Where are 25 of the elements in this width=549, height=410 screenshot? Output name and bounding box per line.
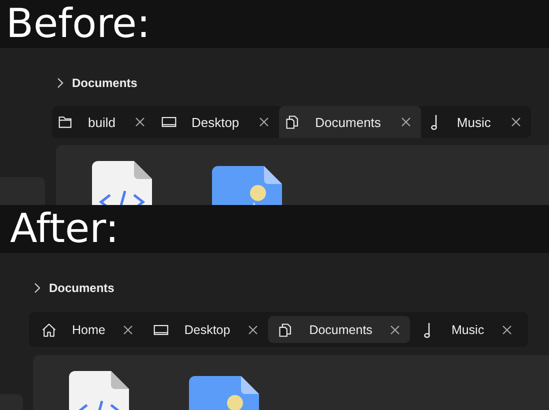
tab[interactable]: Desktop xyxy=(143,316,268,343)
tab[interactable]: Documents xyxy=(268,316,410,343)
close-icon[interactable] xyxy=(123,324,134,334)
chevron-icon xyxy=(33,282,41,294)
tab[interactable]: build xyxy=(52,106,156,138)
breadcrumb[interactable]: Documents xyxy=(49,281,114,295)
tab[interactable]: Music xyxy=(410,316,522,343)
caption: After: xyxy=(10,205,119,253)
tab[interactable]: Desktop xyxy=(155,106,280,138)
close-icon[interactable] xyxy=(502,324,512,334)
tab[interactable]: Documents xyxy=(279,106,421,138)
breadcrumb[interactable]: Documents xyxy=(72,76,138,90)
close-icon[interactable] xyxy=(390,324,400,334)
home-icon xyxy=(41,320,57,338)
caption: Before: xyxy=(6,0,150,48)
close-icon[interactable] xyxy=(400,117,411,127)
music-note-icon xyxy=(430,114,438,130)
tab[interactable]: Music xyxy=(420,106,531,138)
close-icon[interactable] xyxy=(259,117,270,127)
chevron-icon xyxy=(56,77,64,89)
close-icon[interactable] xyxy=(135,117,146,127)
music-note-icon xyxy=(424,322,432,338)
close-icon[interactable] xyxy=(248,324,258,334)
close-icon[interactable] xyxy=(510,117,521,127)
tab[interactable]: Home xyxy=(31,316,144,343)
